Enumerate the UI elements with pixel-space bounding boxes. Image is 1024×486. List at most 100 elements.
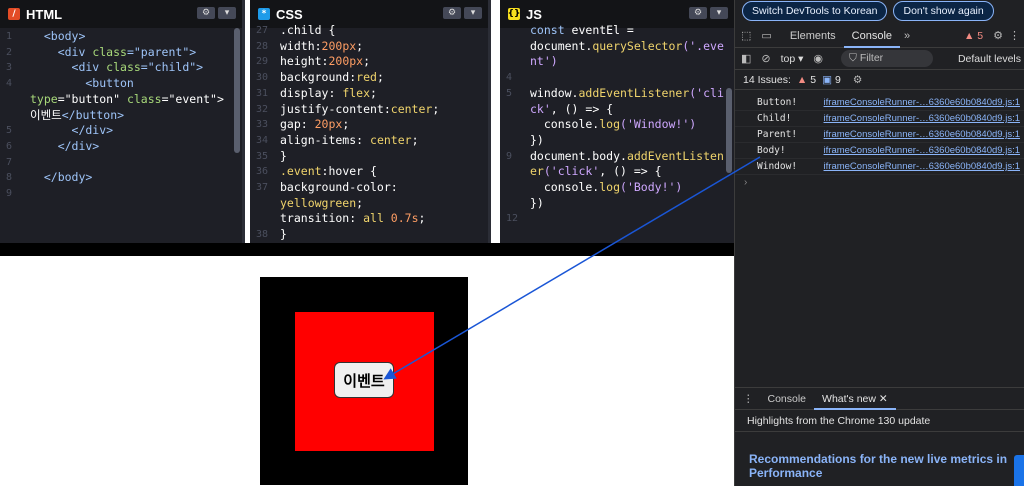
code-line[interactable]: 33 gap: 20px;	[250, 117, 488, 133]
html-code-area[interactable]: 1 <body> 2 <div class="parent"> 3 <div cla…	[0, 28, 242, 243]
eye-icon[interactable]: ◉	[813, 52, 823, 65]
panel-divider[interactable]	[242, 0, 245, 243]
code-text: }	[280, 227, 287, 243]
more-tabs-icon[interactable]: »	[904, 30, 910, 42]
code-line[interactable]: 2 <div class="parent">	[0, 45, 242, 61]
drawer-tab-whats-new[interactable]: What's new ✕	[814, 388, 896, 410]
code-line[interactable]: 1 <body>	[0, 29, 242, 45]
dont-show-again-button[interactable]: Don't show again	[893, 0, 994, 21]
issues-settings-icon[interactable]: ⚙	[853, 74, 862, 86]
tab-elements[interactable]: Elements	[782, 24, 844, 48]
settings-gear-icon[interactable]: ⚙	[993, 29, 1003, 42]
code-line[interactable]: })	[500, 196, 734, 212]
code-text: gap: 20px;	[280, 117, 349, 133]
code-line[interactable]: 28 width:200px;	[250, 39, 488, 55]
context-selector[interactable]: top ▾	[781, 53, 804, 65]
code-line[interactable]: 이벤트</button>	[0, 108, 242, 124]
code-line[interactable]: 12	[500, 211, 734, 227]
code-token: ;	[418, 211, 426, 226]
console-log-row: Window! iframeConsoleRunner-…6360e60b0840…	[735, 159, 1024, 175]
code-token: ck'	[530, 101, 551, 116]
code-line[interactable]: ck', () => {	[500, 102, 734, 118]
code-line[interactable]: 7	[0, 155, 242, 171]
device-toggle-icon[interactable]: ▭	[761, 29, 771, 42]
code-text: window.addEventListener('cli	[530, 86, 724, 102]
code-line[interactable]: er('click', () => {	[500, 164, 734, 180]
close-icon[interactable]: ✕	[879, 393, 888, 405]
line-number	[500, 133, 530, 149]
code-token: .child {	[280, 23, 336, 37]
filter-input[interactable]: ⛉ Filter	[841, 50, 934, 67]
highlights-text: Highlights from the Chrome 130 update	[735, 410, 1024, 432]
line-number	[500, 196, 530, 212]
code-line[interactable]: transition: all 0.7s;	[250, 211, 488, 227]
sidebar-toggle-icon[interactable]: ◧	[741, 52, 751, 65]
chevron-down-icon[interactable]: ▾	[218, 7, 236, 19]
inspect-icon[interactable]: ⬚	[741, 29, 751, 42]
code-line[interactable]: 38}	[250, 227, 488, 243]
code-line[interactable]: 5 </div>	[0, 123, 242, 139]
warning-count-badge[interactable]: ▲ 5	[964, 30, 983, 42]
js-scrollbar[interactable]	[726, 88, 732, 173]
log-levels-dropdown[interactable]: Default levels	[958, 53, 1021, 65]
code-line[interactable]: 9 document.body.addEventListen	[500, 149, 734, 165]
js-code-area[interactable]: const eventEl = document.querySelector('.…	[500, 22, 734, 243]
switch-language-button[interactable]: Switch DevTools to Korean	[742, 0, 888, 21]
code-line[interactable]: 3 <div class="child">	[0, 60, 242, 76]
console-prompt[interactable]: ›	[735, 175, 1024, 191]
gear-icon[interactable]: ⚙	[689, 7, 707, 19]
log-source-link[interactable]: iframeConsoleRunner-…6360e60b0840d9.js:1	[824, 161, 1020, 172]
code-line[interactable]: 5 window.addEventListener('cli	[500, 86, 734, 102]
code-line[interactable]: 37 background-color:	[250, 180, 488, 196]
code-text: </div>	[30, 123, 114, 139]
chevron-down-icon[interactable]: ▾	[710, 7, 728, 19]
drawer-menu-icon[interactable]: ⋮	[743, 393, 754, 405]
code-line[interactable]: 32 justify-content:center;	[250, 102, 488, 118]
kebab-menu-icon[interactable]: ⋮	[1009, 29, 1020, 42]
log-source-link[interactable]: iframeConsoleRunner-…6360e60b0840d9.js:1	[824, 113, 1020, 124]
log-source-link[interactable]: iframeConsoleRunner-…6360e60b0840d9.js:1	[824, 129, 1020, 140]
code-line[interactable]: 27 .child {	[250, 23, 488, 39]
log-source-link[interactable]: iframeConsoleRunner-…6360e60b0840d9.js:1	[824, 97, 1020, 108]
code-line[interactable]: 6 </div>	[0, 139, 242, 155]
code-line[interactable]: 31 display: flex;	[250, 86, 488, 102]
code-text: yellowgreen;	[280, 196, 363, 212]
drawer-tab-console[interactable]: Console	[760, 388, 815, 410]
code-line[interactable]: const eventEl =	[500, 23, 734, 39]
gear-icon[interactable]: ⚙	[443, 7, 461, 19]
code-line[interactable]: 34 align-items: center;	[250, 133, 488, 149]
issues-bar[interactable]: 14 Issues: ▲ 5 ▣ 9 ⚙	[735, 70, 1024, 90]
html-scrollbar[interactable]	[234, 28, 240, 153]
panel-divider[interactable]	[488, 0, 491, 243]
code-line[interactable]: 8 </body>	[0, 170, 242, 186]
code-line[interactable]: 9	[0, 186, 242, 202]
code-line[interactable]: type="button" class="event">	[0, 92, 242, 108]
code-line[interactable]: console.log('Body!')	[500, 180, 734, 196]
code-line[interactable]: nt')	[500, 54, 734, 70]
code-token: eventEl =	[571, 23, 634, 37]
code-line[interactable]: 29 height:200px;	[250, 54, 488, 70]
code-token: background-color:	[280, 180, 398, 195]
console-log-row: Parent! iframeConsoleRunner-…6360e60b0840…	[735, 127, 1024, 143]
event-button[interactable]: 이벤트	[334, 362, 394, 398]
line-number: 36	[256, 166, 269, 178]
code-text: document.body.addEventListen	[530, 149, 724, 165]
code-line[interactable]: })	[500, 133, 734, 149]
code-line[interactable]: console.log('Window!')	[500, 117, 734, 133]
code-line[interactable]: 35}	[250, 149, 488, 165]
code-token: ;	[356, 38, 364, 53]
log-source-link[interactable]: iframeConsoleRunner-…6360e60b0840d9.js:1	[824, 145, 1020, 156]
recommendation-link[interactable]: Recommendations for the new live metrics…	[735, 432, 1024, 480]
code-text: justify-content:center;	[280, 102, 439, 118]
chevron-down-icon[interactable]: ▾	[464, 7, 482, 19]
gear-icon[interactable]: ⚙	[197, 7, 215, 19]
css-code-area[interactable]: 27 .child {28 width:200px; 29 height:200px; 3…	[250, 22, 488, 243]
clear-console-icon[interactable]: ⊘	[761, 52, 770, 65]
code-line[interactable]: yellowgreen;	[250, 196, 488, 212]
code-line[interactable]: 36 .event:hover {	[250, 164, 488, 180]
code-line[interactable]: 4 <button	[0, 76, 242, 92]
tab-console[interactable]: Console	[843, 24, 901, 48]
code-line[interactable]: 4	[500, 70, 734, 86]
code-line[interactable]: 30 background:red;	[250, 70, 488, 86]
code-line[interactable]: document.querySelector('.eve	[500, 39, 734, 55]
